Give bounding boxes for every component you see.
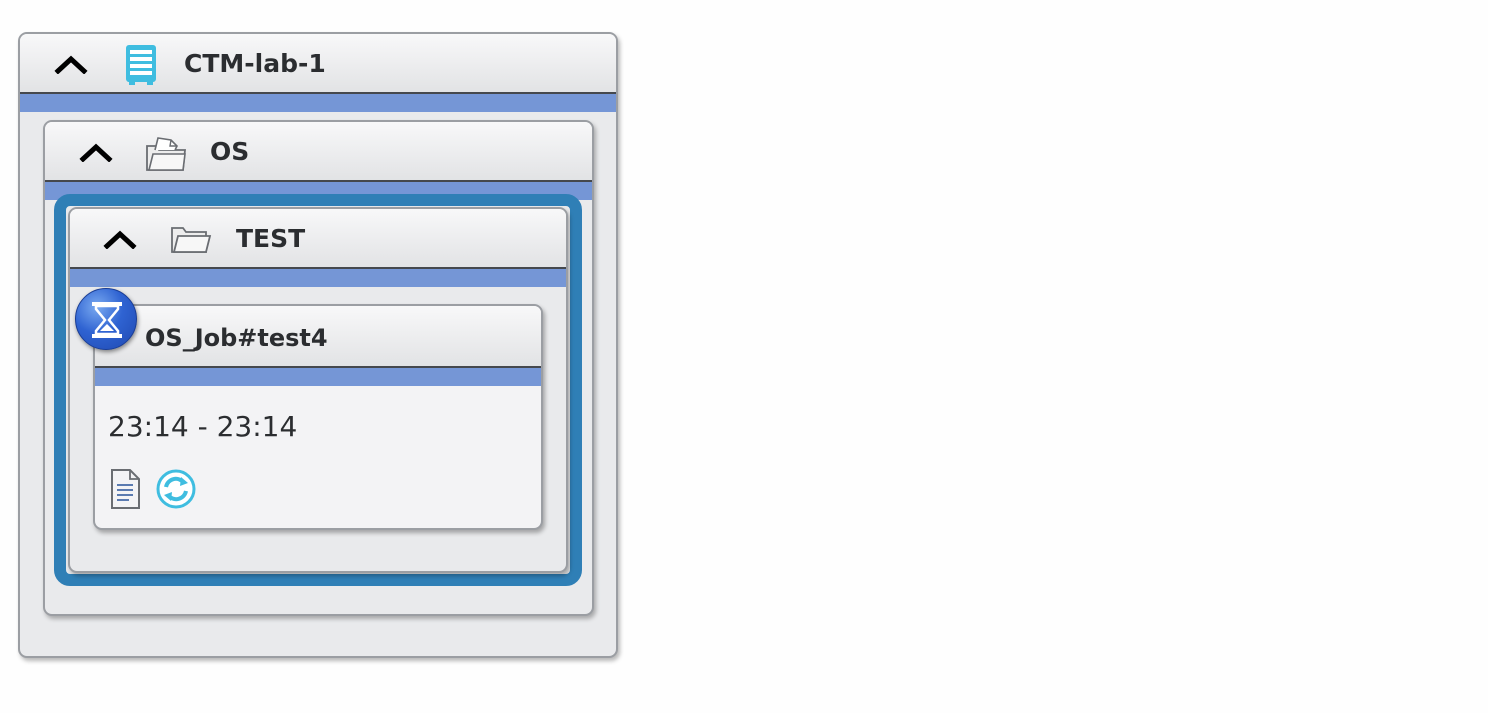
server-accent-strip (20, 94, 616, 112)
job-node[interactable]: OS_Job#test4 23:14 - 23:14 (93, 304, 543, 530)
folder-test-accent-strip (70, 269, 566, 287)
job-title: OS_Job#test4 (145, 324, 328, 352)
server-title: CTM-lab-1 (184, 49, 326, 78)
chevron-up-icon[interactable] (54, 54, 88, 74)
job-header[interactable]: OS_Job#test4 (95, 306, 541, 368)
server-node-header[interactable]: CTM-lab-1 (20, 34, 616, 94)
workflow-canvas: CTM-lab-1 OS TEST OS_Job#test4 23:14 - 2… (0, 0, 1488, 713)
job-time-range: 23:14 - 23:14 (108, 410, 298, 443)
server-rack-icon (126, 45, 156, 85)
job-status-badge (75, 288, 137, 350)
folder-os-title: OS (210, 137, 250, 166)
folder-open-icon (171, 227, 212, 253)
hourglass-icon (92, 302, 122, 338)
chevron-up-icon[interactable] (103, 229, 137, 249)
chevron-up-icon[interactable] (79, 142, 113, 162)
folder-test-header[interactable]: TEST (70, 209, 566, 269)
document-icon[interactable] (109, 468, 141, 510)
job-accent-strip (95, 368, 541, 386)
folder-os-header[interactable]: OS (45, 122, 592, 182)
folder-test-title: TEST (236, 224, 306, 253)
job-actions (109, 468, 197, 510)
refresh-icon[interactable] (155, 468, 197, 510)
folder-documents-icon (146, 137, 186, 171)
